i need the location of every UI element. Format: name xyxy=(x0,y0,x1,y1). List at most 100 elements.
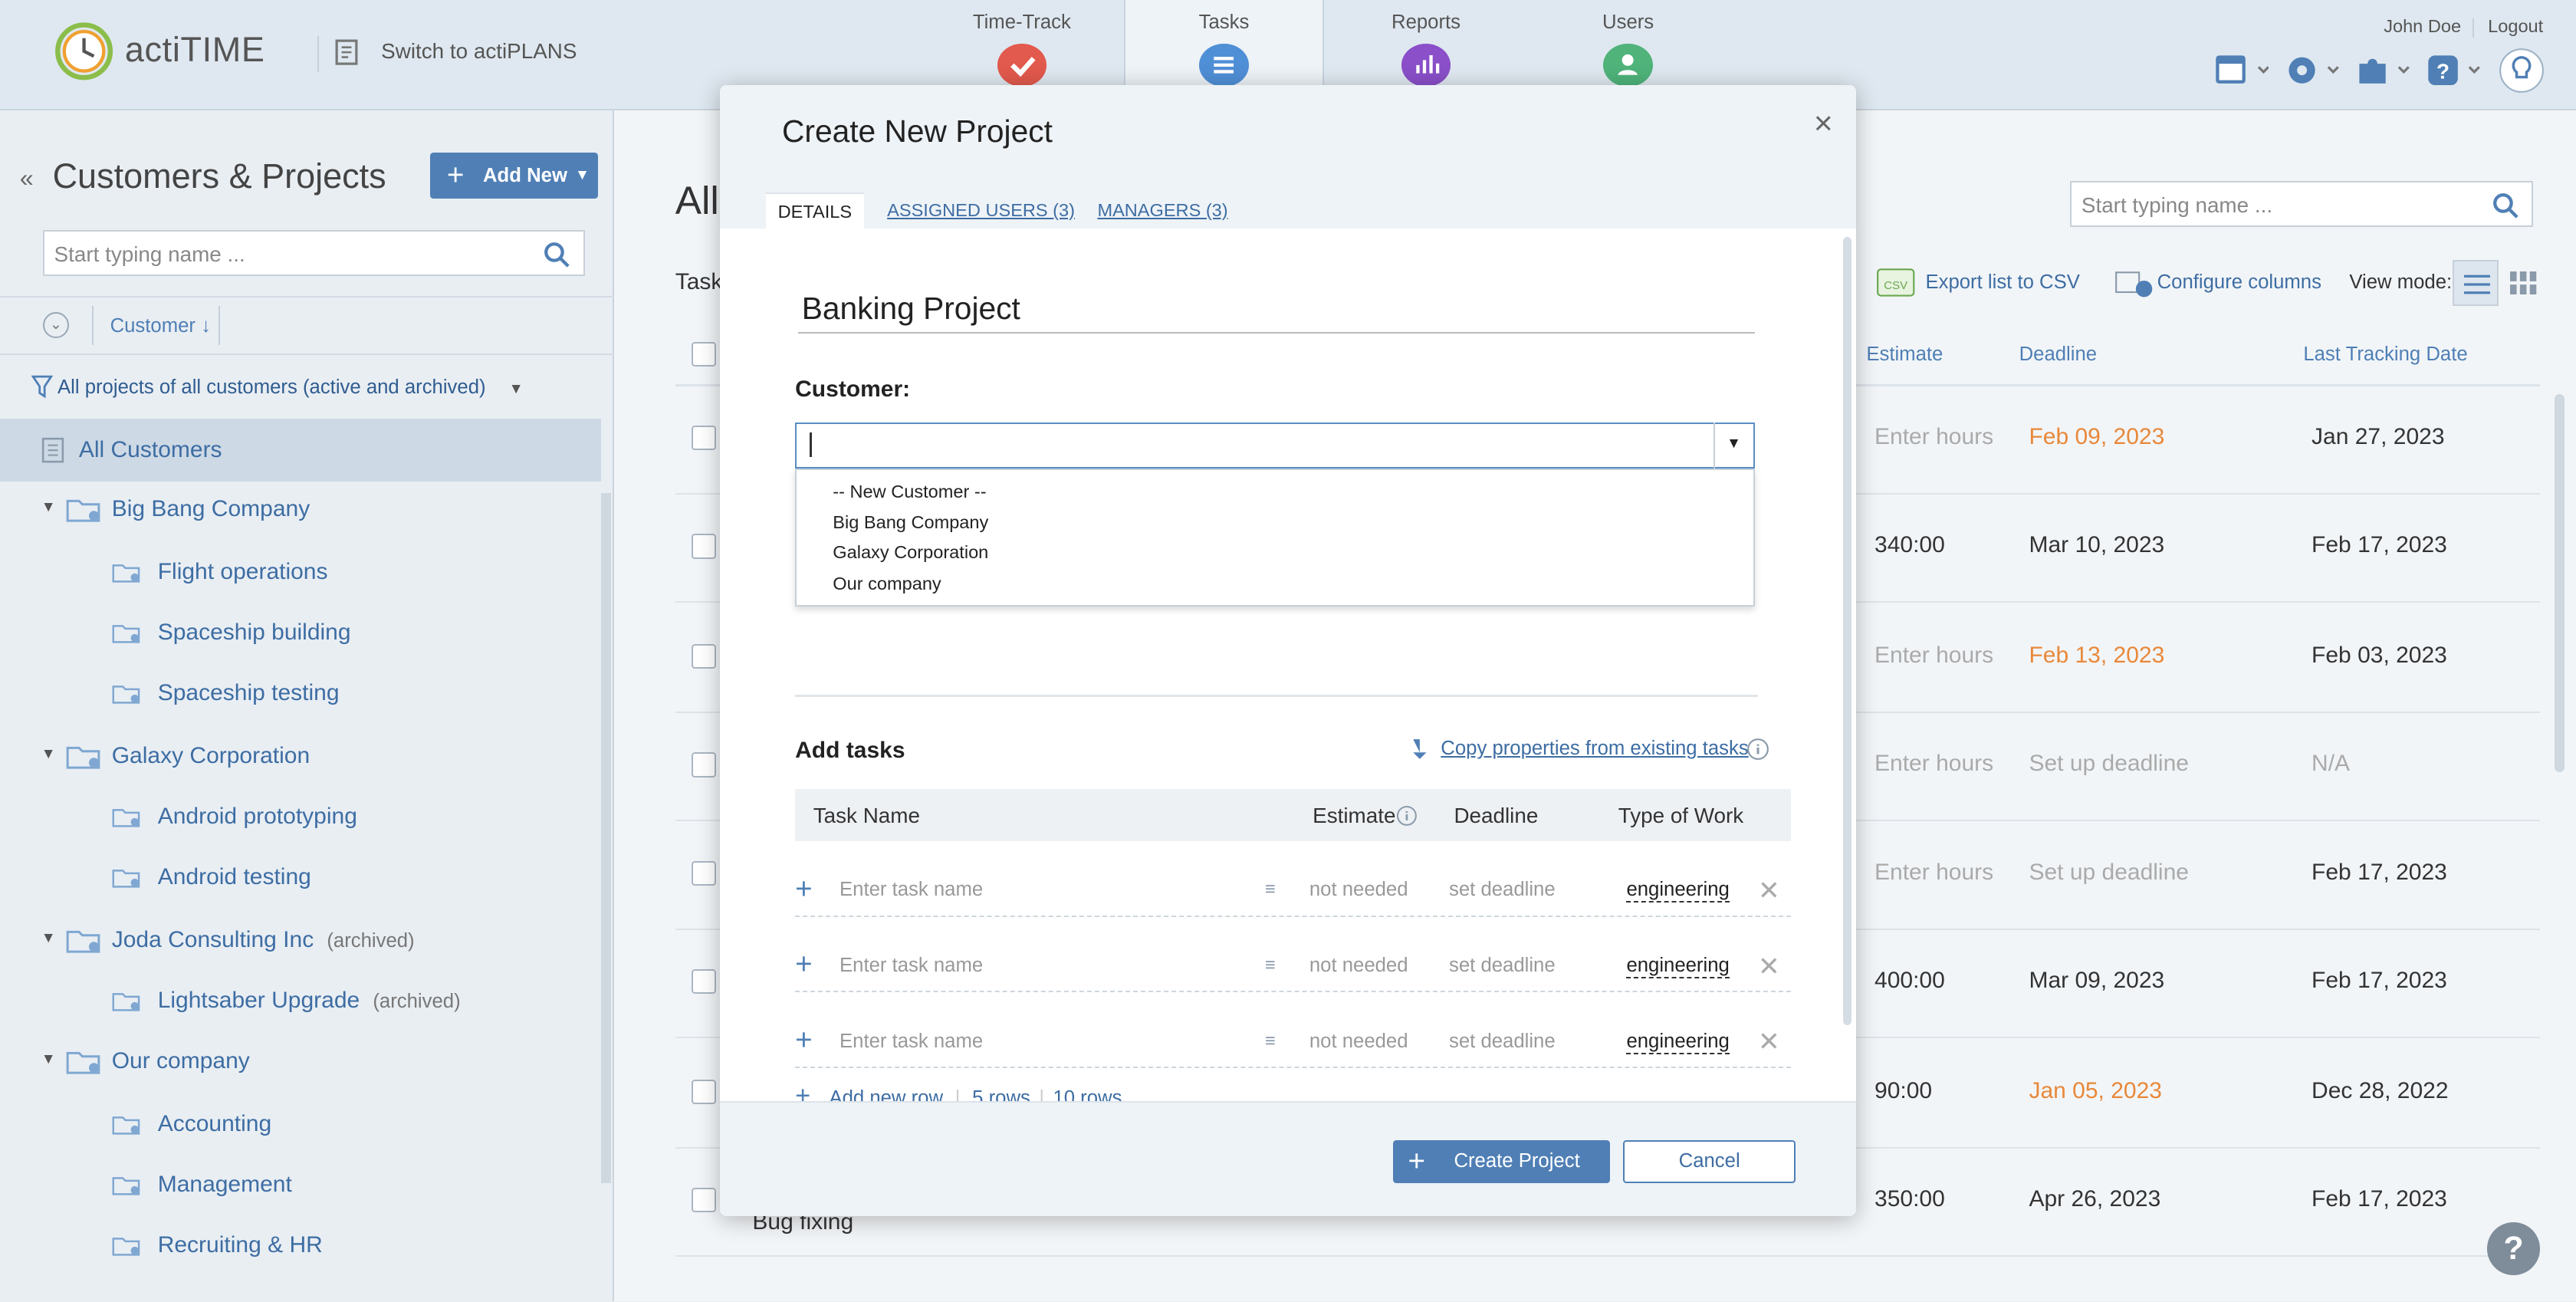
customer-sort-header[interactable]: Customer ↓ xyxy=(110,315,211,337)
description-icon[interactable]: ≡ xyxy=(1265,879,1276,899)
archived-badge: (archived) xyxy=(373,990,461,1012)
description-icon[interactable]: ≡ xyxy=(1265,955,1276,975)
create-project-button[interactable]: + Create Project xyxy=(1393,1140,1611,1183)
customer-combobox[interactable] xyxy=(795,422,1755,469)
add-task-plus-icon[interactable]: + xyxy=(795,1024,813,1057)
collapse-panel-icon[interactable]: « xyxy=(20,164,34,192)
gear-icon[interactable] xyxy=(2284,51,2340,90)
search-icon[interactable] xyxy=(544,242,570,268)
remove-row-icon[interactable]: ✕ xyxy=(1758,876,1780,906)
add-new-button[interactable]: + Add New ▼ xyxy=(430,153,598,199)
project-folder-icon xyxy=(112,870,140,888)
switch-to-actiplans-link[interactable]: Switch to actiPLANS xyxy=(381,39,577,64)
project-folder-icon xyxy=(112,564,140,583)
divider xyxy=(795,695,1758,697)
help-menu-icon[interactable]: ? xyxy=(2425,51,2481,90)
task-deadline-field[interactable]: set deadline xyxy=(1449,879,1556,901)
tree-item-label: Galaxy Corporation xyxy=(111,742,310,768)
dialog-scrollbar[interactable] xyxy=(1843,236,1852,1026)
tab-assigned-users[interactable]: ASSIGNED USERS (3) xyxy=(887,192,1075,229)
task-estimate-field[interactable]: not needed xyxy=(1309,879,1408,901)
left-panel-scrollbar[interactable] xyxy=(601,492,612,1183)
expand-caret-icon[interactable]: ▼ xyxy=(41,1051,56,1068)
type-of-work-selector[interactable]: engineering xyxy=(1626,955,1730,979)
option-galaxy-corporation[interactable]: Galaxy Corporation xyxy=(833,542,988,563)
task-estimate-field[interactable]: not needed xyxy=(1309,1031,1408,1053)
customer-item[interactable]: ▼ Big Bang Company xyxy=(0,493,601,529)
customer-item[interactable]: ▼ Galaxy Corporation xyxy=(0,739,601,775)
user-name[interactable]: John Doe xyxy=(2384,16,2461,37)
task-name-input[interactable]: Enter task name xyxy=(840,1031,983,1053)
info-icon[interactable] xyxy=(1396,805,1418,827)
info-icon[interactable] xyxy=(1746,738,1769,761)
divider xyxy=(795,991,1791,993)
tree-item-label: Android prototyping xyxy=(157,803,357,829)
list-icon xyxy=(41,437,64,463)
logout-link[interactable]: Logout xyxy=(2488,16,2543,37)
option-new-customer[interactable]: -- New Customer -- xyxy=(833,482,986,502)
project-item[interactable]: Spaceship building xyxy=(0,616,601,653)
task-name-input[interactable]: Enter task name xyxy=(840,879,983,901)
customer-dropdown-toggle[interactable]: ▼ xyxy=(1714,422,1755,469)
expand-caret-icon[interactable]: ▼ xyxy=(41,930,56,947)
tree-item-label: Management xyxy=(157,1171,292,1197)
close-icon[interactable]: × xyxy=(1814,105,1833,143)
type-of-work-header: Type of Work xyxy=(1618,803,1744,827)
project-folder-icon xyxy=(112,686,140,704)
add-task-plus-icon[interactable]: + xyxy=(795,948,813,981)
project-item[interactable]: Android prototyping xyxy=(0,801,601,837)
customer-folder-icon xyxy=(66,746,100,769)
option-our-company[interactable]: Our company xyxy=(833,574,941,594)
type-of-work-selector[interactable]: engineering xyxy=(1626,1031,1730,1054)
description-icon[interactable]: ≡ xyxy=(1265,1031,1276,1051)
customer-item[interactable]: ▼ Our company xyxy=(0,1045,601,1081)
customer-label: Customer: xyxy=(795,376,911,402)
project-item[interactable]: Flight operations xyxy=(0,555,601,591)
puzzle-icon[interactable] xyxy=(2354,51,2410,90)
tab-managers[interactable]: MANAGERS (3) xyxy=(1097,192,1227,229)
remove-row-icon[interactable]: ✕ xyxy=(1758,1027,1780,1057)
expand-caret-icon[interactable]: ▼ xyxy=(41,499,56,516)
cancel-button[interactable]: Cancel xyxy=(1623,1140,1796,1183)
projects-filter-dropdown[interactable]: All projects of all customers (active an… xyxy=(58,376,524,399)
archived-badge: (archived) xyxy=(327,929,415,952)
help-icon[interactable]: ? xyxy=(2487,1222,2540,1275)
tab-details[interactable]: DETAILS xyxy=(765,192,865,229)
all-customers-item[interactable]: All Customers xyxy=(0,419,602,482)
project-folder-icon xyxy=(112,993,140,1011)
project-item[interactable]: Lightsaber Upgrade (archived) xyxy=(0,985,601,1021)
project-item[interactable]: Management xyxy=(0,1169,601,1205)
task-deadline-field[interactable]: set deadline xyxy=(1449,955,1556,977)
project-item[interactable]: Recruiting & HR xyxy=(0,1229,601,1265)
add-task-plus-icon[interactable]: + xyxy=(795,873,813,906)
task-deadline-field[interactable]: set deadline xyxy=(1449,1031,1556,1053)
lightbulb-icon[interactable] xyxy=(2499,48,2545,94)
copy-properties-link[interactable]: Copy properties from existing tasks xyxy=(1441,738,1748,760)
task-estimate-field[interactable]: not needed xyxy=(1309,955,1408,977)
actiplans-icon xyxy=(335,39,358,66)
project-item[interactable]: Android testing xyxy=(0,861,601,897)
remove-row-icon[interactable]: ✕ xyxy=(1758,952,1780,982)
project-item[interactable]: Spaceship testing xyxy=(0,677,601,713)
project-item[interactable]: Accounting xyxy=(0,1107,601,1143)
expand-caret-icon[interactable]: ▼ xyxy=(41,746,56,763)
estimate-header: Estimate xyxy=(1313,803,1396,827)
deadline-header: Deadline xyxy=(1454,803,1539,827)
customer-search-input[interactable]: Start typing name ... xyxy=(42,230,585,276)
tree-item-label: Spaceship testing xyxy=(157,680,340,706)
option-big-bang-company[interactable]: Big Bang Company xyxy=(833,512,988,533)
project-folder-icon xyxy=(112,1177,140,1195)
type-of-work-selector[interactable]: engineering xyxy=(1626,879,1730,903)
customer-item[interactable]: ▼ Joda Consulting Inc (archived) xyxy=(0,923,601,959)
calendar-icon[interactable] xyxy=(2213,51,2269,90)
chart-icon xyxy=(1401,43,1451,87)
caret-down-icon: ▼ xyxy=(575,167,590,184)
clock-logo-icon xyxy=(54,21,113,80)
logo-text: actiTIME xyxy=(124,29,265,69)
plus-icon: + xyxy=(1408,1145,1425,1179)
task-name-input[interactable]: Enter task name xyxy=(840,955,983,977)
copy-arrow-icon xyxy=(1412,739,1427,759)
user-icon xyxy=(1603,43,1653,87)
project-name-field[interactable]: Banking Project xyxy=(798,291,1755,334)
panel-title: Customers & Projects xyxy=(52,156,386,196)
